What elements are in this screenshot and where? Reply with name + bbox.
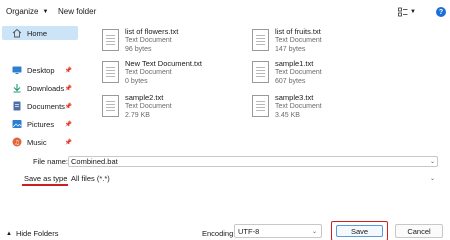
hide-folders-label: Hide Folders — [15, 229, 59, 238]
text-document-icon — [252, 95, 269, 117]
file-type: Text Document — [275, 37, 322, 44]
file-name: sample2.txt — [125, 93, 164, 102]
red-underline-annotation — [22, 184, 68, 186]
nav-item-label: Downloads — [27, 83, 65, 93]
new-folder-label: New folder — [58, 7, 97, 16]
nav-item-label: Documents — [27, 101, 65, 111]
save-highlight-annotation: Save — [331, 221, 388, 240]
chevron-down-icon: ▼ — [410, 9, 416, 15]
chevron-down-icon[interactable]: ⌄ — [430, 158, 435, 165]
save-form: File name: Combined.bat ⌄ Save as type: … — [0, 154, 450, 240]
file-type: Text Document — [125, 103, 172, 110]
file-size: 3.45 KB — [275, 112, 300, 119]
downloads-icon — [12, 83, 22, 93]
encoding-label: Encoding: — [202, 229, 236, 238]
organize-menu-button[interactable]: Organize ▼ — [6, 7, 48, 16]
file-name: New Text Document.txt — [125, 59, 202, 68]
file-name: list of flowers.txt — [125, 27, 179, 36]
chevron-down-icon: ▼ — [42, 8, 49, 15]
pictures-icon — [12, 119, 22, 129]
file-type: Text Document — [125, 69, 172, 76]
pin-icon: 📌 — [64, 67, 72, 74]
text-document-icon — [102, 95, 119, 117]
cancel-button[interactable]: Cancel — [395, 224, 443, 238]
new-folder-button[interactable]: New folder — [58, 7, 96, 16]
file-type: Text Document — [275, 69, 322, 76]
file-name-label: File name: — [33, 157, 69, 166]
file-type: Text Document — [125, 37, 172, 44]
text-document-icon — [102, 61, 119, 83]
file-size: 147 bytes — [275, 46, 306, 53]
file-name-value: Combined.bat — [71, 157, 118, 166]
navigation-pane: Home Desktop 📌 Downloads 📌 Documents 📌 P… — [0, 24, 80, 154]
file-size: 96 bytes — [125, 46, 152, 53]
svg-text:♫: ♫ — [14, 140, 19, 147]
help-icon: ? — [438, 8, 444, 16]
pin-icon: 📌 — [64, 121, 72, 128]
chevron-down-icon: ⌄ — [429, 176, 435, 182]
encoding-value: UTF-8 — [238, 226, 260, 236]
file-name: list of fruits.txt — [275, 27, 321, 36]
organize-label: Organize — [6, 7, 39, 16]
text-document-icon — [252, 29, 269, 51]
nav-item-label: Desktop — [27, 65, 55, 75]
file-tile[interactable]: New Text Document.txt Text Document 0 by… — [80, 59, 230, 93]
documents-icon — [12, 101, 22, 111]
view-list-icon — [398, 7, 408, 17]
text-document-icon — [102, 29, 119, 51]
nav-item-pictures[interactable]: Pictures 📌 — [2, 117, 78, 131]
chevron-down-icon: ⌄ — [311, 228, 317, 235]
save-as-type-select[interactable]: All files (*.*) ⌄ — [68, 173, 438, 184]
file-size: 607 bytes — [275, 78, 306, 85]
nav-item-label: Home — [27, 28, 48, 38]
file-name-input[interactable]: Combined.bat ⌄ — [68, 156, 438, 167]
save-as-type-value: All files (*.*) — [71, 174, 110, 183]
nav-item-desktop[interactable]: Desktop 📌 — [2, 63, 78, 77]
nav-item-label: Music — [27, 137, 47, 147]
file-list: list of flowers.txt Text Document 96 byt… — [80, 24, 450, 154]
nav-item-music[interactable]: ♫ Music 📌 — [2, 135, 78, 149]
file-tile[interactable]: list of fruits.txt Text Document 147 byt… — [230, 27, 380, 61]
pin-icon: 📌 — [64, 139, 72, 146]
file-type: Text Document — [275, 103, 322, 110]
file-size: 2.79 KB — [125, 112, 150, 119]
file-tile[interactable]: sample1.txt Text Document 607 bytes — [230, 59, 380, 93]
hide-folders-button[interactable]: ▲ Hide Folders — [6, 229, 58, 238]
cancel-label: Cancel — [407, 226, 431, 236]
command-bar: Organize ▼ New folder ▼ ? — [0, 0, 450, 24]
file-tile[interactable]: sample2.txt Text Document 2.79 KB — [80, 93, 230, 127]
music-icon: ♫ — [12, 137, 22, 147]
file-tile[interactable]: list of flowers.txt Text Document 96 byt… — [80, 27, 230, 61]
nav-item-downloads[interactable]: Downloads 📌 — [2, 81, 78, 95]
save-label: Save — [350, 226, 369, 236]
nav-item-documents[interactable]: Documents 📌 — [2, 99, 78, 113]
file-name: sample1.txt — [275, 59, 314, 68]
save-button[interactable]: Save — [336, 225, 383, 237]
file-name: sample3.txt — [275, 93, 314, 102]
pin-icon: 📌 — [64, 85, 72, 92]
home-icon — [12, 28, 22, 38]
file-size: 0 bytes — [125, 78, 148, 85]
nav-item-label: Pictures — [27, 119, 55, 129]
text-document-icon — [252, 61, 269, 83]
pin-icon: 📌 — [64, 103, 72, 110]
help-button[interactable]: ? — [436, 7, 446, 17]
desktop-icon — [12, 65, 22, 75]
view-options-button[interactable]: ▼ — [398, 6, 418, 18]
encoding-select[interactable]: UTF-8 ⌄ — [234, 224, 322, 238]
nav-item-home[interactable]: Home — [2, 26, 78, 40]
file-tile[interactable]: sample3.txt Text Document 3.45 KB — [230, 93, 380, 127]
chevron-up-icon: ▲ — [6, 230, 12, 237]
save-as-type-label: Save as type: — [24, 174, 70, 183]
